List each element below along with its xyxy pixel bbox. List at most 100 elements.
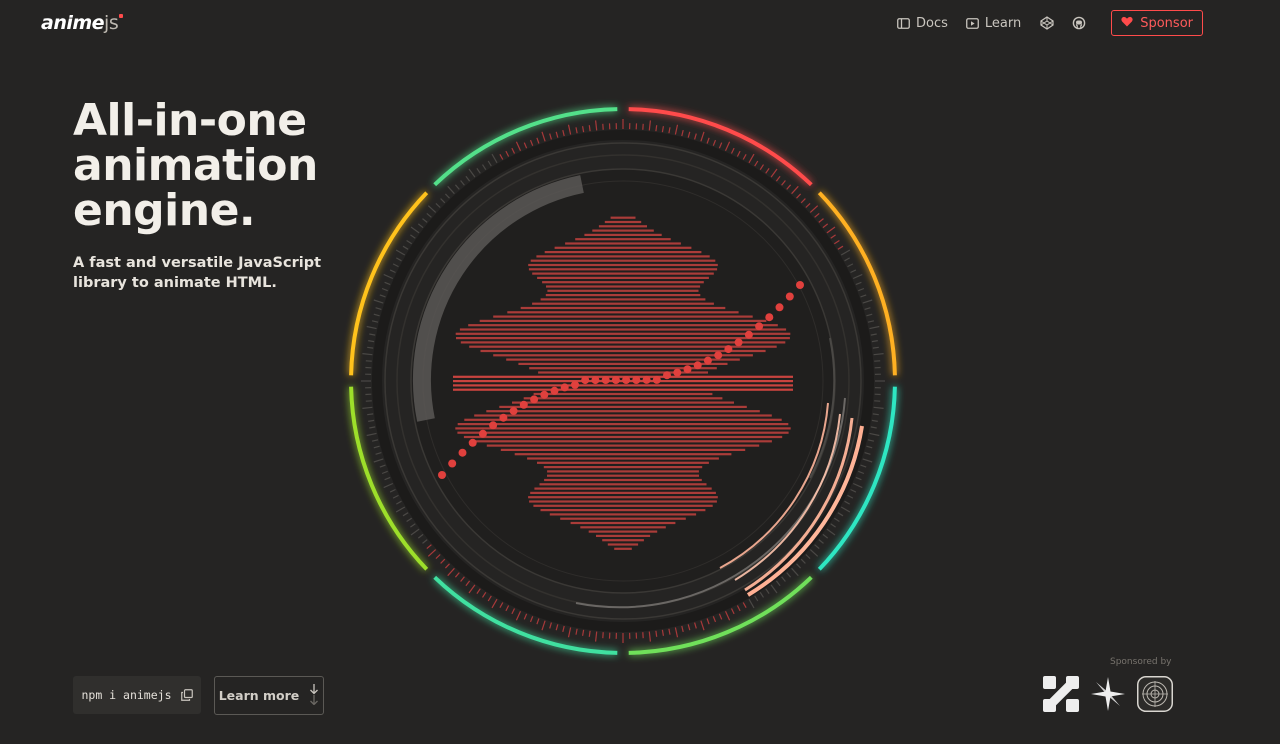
tick-mark xyxy=(529,139,534,146)
curve-dot xyxy=(755,322,764,331)
curve-dot xyxy=(519,400,528,409)
tick-mark xyxy=(858,470,865,475)
tick-mark xyxy=(724,610,731,621)
waveform-bar xyxy=(540,509,706,512)
tick-mark xyxy=(775,580,781,587)
waveform-bar xyxy=(486,410,760,413)
tick-mark xyxy=(369,333,376,336)
copy-icon[interactable] xyxy=(180,686,193,705)
tick-mark xyxy=(523,142,528,149)
tick-mark xyxy=(742,602,747,608)
waveform-bar xyxy=(520,306,726,310)
tick-mark xyxy=(840,249,851,256)
curve-dot xyxy=(601,376,610,384)
waveform-bar xyxy=(570,521,676,525)
curve-dot xyxy=(571,380,579,389)
tick-mark xyxy=(392,263,399,268)
waveform-bar xyxy=(536,255,710,258)
sponsor-label: Sponsor xyxy=(1140,15,1193,31)
github-icon[interactable] xyxy=(1071,15,1087,31)
docs-icon xyxy=(897,17,910,29)
tick-mark xyxy=(369,426,376,429)
tick-mark xyxy=(818,539,824,544)
waveform-bar xyxy=(457,431,789,434)
tick-mark xyxy=(706,618,710,625)
tick-mark xyxy=(870,426,877,429)
tick-mark xyxy=(830,523,836,528)
tick-mark xyxy=(444,563,450,569)
curve-dot xyxy=(693,361,702,370)
waveform-bar xyxy=(614,547,632,550)
waveform-bar xyxy=(528,268,718,271)
tick-mark xyxy=(362,406,373,409)
tick-mark xyxy=(674,627,679,638)
tick-mark xyxy=(818,218,824,223)
sponsor-logo-1[interactable] xyxy=(1042,675,1079,712)
npm-install-copy[interactable]: npm i animejs xyxy=(73,676,201,714)
tick-mark xyxy=(844,257,850,262)
learn-more-button[interactable]: Learn more xyxy=(214,676,324,715)
waveform-bar xyxy=(474,414,772,417)
tick-mark xyxy=(648,631,651,642)
tick-mark xyxy=(826,226,836,234)
waveform-bar xyxy=(544,251,702,254)
tick-mark xyxy=(373,299,384,304)
tick-mark xyxy=(873,406,884,409)
waveform-bar xyxy=(538,371,708,374)
waveform-bar xyxy=(532,302,714,305)
tick-mark xyxy=(852,482,863,489)
waveform-bar xyxy=(580,526,666,529)
tick-mark xyxy=(718,142,723,149)
waveform-bar xyxy=(537,276,709,279)
sponsor-button[interactable]: Sponsor xyxy=(1111,10,1203,36)
tick-mark xyxy=(855,281,862,286)
tick-mark xyxy=(389,488,396,493)
tick-mark xyxy=(460,576,465,582)
waveform-bar xyxy=(543,466,703,469)
curve-dot xyxy=(438,471,446,479)
tick-mark xyxy=(410,226,420,234)
tick-mark xyxy=(770,168,778,178)
tick-mark xyxy=(648,120,651,131)
tick-mark xyxy=(661,629,664,636)
tick-mark xyxy=(373,313,380,317)
tick-mark xyxy=(368,419,375,422)
waveform-bar xyxy=(512,401,734,404)
tick-mark xyxy=(748,153,755,164)
animejs-logo[interactable]: animejs xyxy=(41,10,124,36)
waveform-bar xyxy=(554,246,692,249)
logo-dot xyxy=(119,14,124,18)
tick-mark xyxy=(491,153,498,164)
tick-mark xyxy=(860,294,867,298)
tick-mark xyxy=(468,168,476,178)
tick-mark xyxy=(871,419,878,422)
tick-mark xyxy=(367,413,374,416)
curve-dot xyxy=(499,413,508,422)
waveform-bar xyxy=(547,470,699,473)
waveform-bar xyxy=(474,440,772,443)
nav-docs-link[interactable]: Docs xyxy=(897,16,948,31)
arrow-down-icon xyxy=(309,683,319,709)
tick-mark xyxy=(860,464,867,468)
waveform-bar xyxy=(544,478,702,482)
waveform-bar xyxy=(530,259,716,262)
sponsor-logo-3[interactable] xyxy=(1136,675,1173,712)
tick-mark xyxy=(426,544,432,550)
curve-dot xyxy=(509,406,518,415)
waveform-bar xyxy=(560,517,686,520)
tick-mark xyxy=(440,198,446,204)
tick-mark xyxy=(712,616,717,623)
sponsor-logo-2[interactable] xyxy=(1089,675,1126,712)
tick-mark xyxy=(460,180,465,186)
tick-mark xyxy=(562,625,565,633)
tick-mark xyxy=(847,263,854,268)
tick-mark xyxy=(712,139,717,146)
waveform-bar xyxy=(493,354,753,357)
tick-mark xyxy=(362,353,373,356)
waveform-bar xyxy=(464,418,782,421)
waveform-bar xyxy=(607,543,639,546)
nav-learn-link[interactable]: Learn xyxy=(965,16,1021,31)
codepen-icon[interactable] xyxy=(1039,15,1055,31)
waveform-bar xyxy=(539,483,707,486)
tick-mark xyxy=(373,445,380,449)
